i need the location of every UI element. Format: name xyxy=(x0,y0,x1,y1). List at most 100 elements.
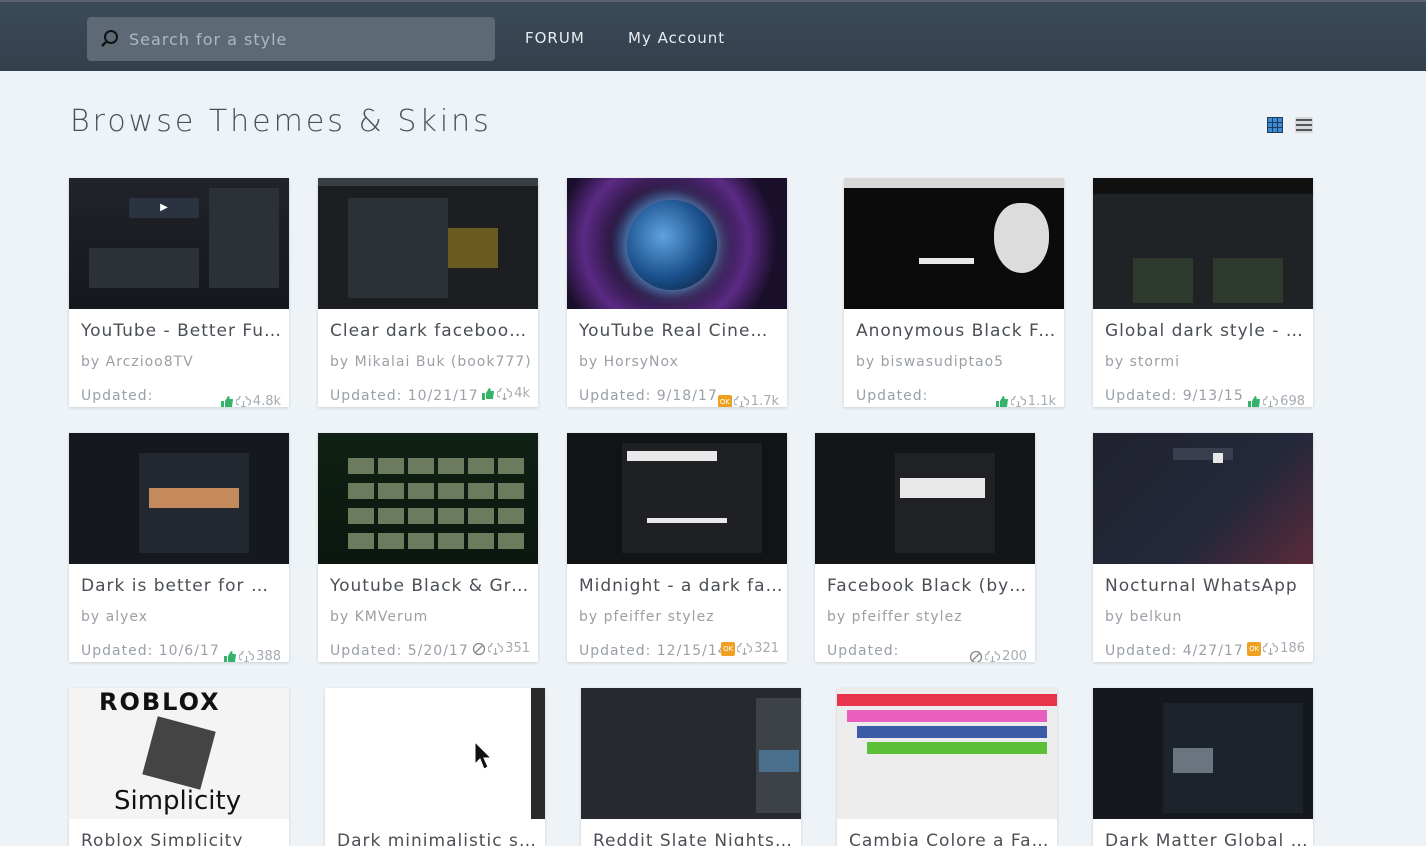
style-updated-date: Updated: 4/27/17 xyxy=(1105,643,1244,659)
style-title[interactable]: Youtube Black & Gre... xyxy=(330,576,534,596)
style-title[interactable]: Cambia Colore a Fac... xyxy=(849,831,1053,846)
style-stats: 1.1k xyxy=(995,394,1056,407)
style-author[interactable]: by KMVerum xyxy=(330,609,534,625)
nav-my-account-link[interactable]: My Account xyxy=(628,29,725,47)
style-author[interactable]: by pfeiffer stylez xyxy=(579,609,783,625)
style-title[interactable]: Dark is better for my... xyxy=(81,576,285,596)
style-thumbnail[interactable] xyxy=(1093,178,1313,309)
thumbnail-caption: Simplicity xyxy=(114,786,242,816)
install-count: 351 xyxy=(505,641,530,656)
style-card[interactable]: Cambia Colore a Fac... xyxy=(837,688,1057,846)
page-title: Browse Themes & Skins xyxy=(70,104,492,139)
style-thumbnail[interactable] xyxy=(318,433,538,564)
style-thumbnail[interactable] xyxy=(1093,433,1313,564)
style-title[interactable]: Anonymous Black Fa... xyxy=(856,321,1060,341)
scrollbar-image xyxy=(531,688,545,819)
no-rating-icon xyxy=(473,642,486,655)
style-title[interactable]: Clear dark facebook ... xyxy=(330,321,534,341)
thumbs-up-icon xyxy=(995,395,1008,407)
no-rating-icon xyxy=(970,650,983,662)
style-updated-date: Updated: 10/6/17 xyxy=(81,643,220,659)
style-thumbnail[interactable]: ROBLOX Simplicity xyxy=(69,688,289,819)
search-box[interactable] xyxy=(87,17,495,61)
install-count: 1.7k xyxy=(750,394,779,407)
thumbs-up-icon xyxy=(220,395,233,407)
style-title[interactable]: YouTube Real Cinem... xyxy=(579,321,783,341)
style-author[interactable]: by HorsyNox xyxy=(579,354,783,370)
style-title[interactable]: Facebook Black (by p... xyxy=(827,576,1031,596)
style-card[interactable]: Global dark style - c... by stormi Updat… xyxy=(1093,178,1313,407)
style-title[interactable]: Nocturnal WhatsApp xyxy=(1105,576,1309,596)
style-card[interactable]: ▶ YouTube - Better Full... by Arczioo8TV… xyxy=(69,178,289,407)
style-author[interactable]: by belkun xyxy=(1105,609,1309,625)
cloud-download-icon xyxy=(985,650,1001,662)
style-author[interactable]: by pfeiffer stylez xyxy=(827,609,1031,625)
style-updated-date: Updated: 10/17/17 xyxy=(81,388,154,404)
install-count: 321 xyxy=(754,641,779,656)
style-updated-date: Updated: 9/18/17 xyxy=(579,388,718,404)
style-author[interactable]: by Mikalai Buk (book777) xyxy=(330,354,534,370)
style-thumbnail[interactable] xyxy=(815,433,1035,564)
style-updated-date: Updated: 12/15/14 xyxy=(827,643,900,659)
search-input[interactable] xyxy=(129,17,489,61)
style-updated-date: Updated: 9/13/15 xyxy=(1105,388,1244,404)
style-card[interactable]: Youtube Black & Gre... by KMVerum Update… xyxy=(318,433,538,662)
style-title[interactable]: Midnight - a dark fac... xyxy=(579,576,783,596)
style-card[interactable]: Anonymous Black Fa... by biswasudiptao5 … xyxy=(844,178,1064,407)
style-thumbnail[interactable] xyxy=(837,688,1057,819)
thumbs-up-icon xyxy=(482,387,495,400)
style-thumbnail[interactable] xyxy=(318,178,538,309)
cloud-download-icon xyxy=(488,642,504,655)
grid-view-icon[interactable] xyxy=(1267,117,1283,133)
style-title[interactable]: YouTube - Better Full... xyxy=(81,321,285,341)
style-author[interactable]: by stormi xyxy=(1105,354,1309,370)
roblox-square-icon xyxy=(142,716,216,790)
style-title[interactable]: Roblox Simplicity xyxy=(81,831,285,846)
roblox-logo-icon: ROBLOX xyxy=(99,688,221,716)
style-author[interactable]: by Arczioo8TV xyxy=(81,354,285,370)
style-author[interactable]: by biswasudiptao5 xyxy=(856,354,1060,370)
style-title[interactable]: Global dark style - c... xyxy=(1105,321,1309,341)
cloud-download-icon xyxy=(737,642,753,655)
style-thumbnail[interactable] xyxy=(1093,688,1313,819)
style-thumbnail[interactable] xyxy=(567,433,787,564)
install-count: 4.8k xyxy=(252,394,281,407)
install-count: 388 xyxy=(256,649,281,662)
cursor-icon xyxy=(474,740,493,770)
style-author[interactable]: by alyex xyxy=(81,609,285,625)
style-stats: 698 xyxy=(1247,394,1305,407)
style-card[interactable]: Dark Matter Global ... xyxy=(1093,688,1313,846)
cloud-download-icon xyxy=(239,650,255,662)
style-stats: OK 1.7k xyxy=(717,394,779,407)
top-navigation-bar: FORUM My Account xyxy=(0,0,1426,71)
ok-badge-icon: OK xyxy=(1247,641,1262,656)
style-card[interactable]: Midnight - a dark fac... by pfeiffer sty… xyxy=(567,433,787,662)
style-title[interactable]: Reddit Slate Nights 2... xyxy=(593,831,797,846)
cloud-download-icon xyxy=(1010,395,1026,407)
style-title[interactable]: Dark Matter Global ... xyxy=(1105,831,1309,846)
cloud-download-icon xyxy=(733,395,749,407)
cloud-download-icon xyxy=(1263,642,1279,655)
style-title[interactable]: Dark minimalistic scr... xyxy=(337,831,541,846)
style-card[interactable]: Reddit Slate Nights 2... xyxy=(581,688,801,846)
style-card[interactable]: Facebook Black (by p... by pfeiffer styl… xyxy=(815,433,1035,662)
style-card[interactable]: Dark minimalistic scr... xyxy=(325,688,545,846)
style-stats: 200 xyxy=(969,649,1027,662)
style-thumbnail[interactable] xyxy=(581,688,801,819)
style-card[interactable]: YouTube Real Cinem... by HorsyNox Update… xyxy=(567,178,787,407)
style-updated-date: Updated: 10/26/15 xyxy=(856,388,929,404)
style-thumbnail[interactable] xyxy=(69,433,289,564)
style-thumbnail[interactable] xyxy=(325,688,545,819)
style-card[interactable]: ROBLOX Simplicity Roblox Simplicity xyxy=(69,688,289,846)
nav-forum-link[interactable]: FORUM xyxy=(525,29,585,47)
style-thumbnail[interactable] xyxy=(567,178,787,309)
style-card[interactable]: Clear dark facebook ... by Mikalai Buk (… xyxy=(318,178,538,407)
style-card[interactable]: Dark is better for my... by alyex Update… xyxy=(69,433,289,662)
ok-badge-icon: OK xyxy=(717,394,732,407)
style-thumbnail[interactable] xyxy=(844,178,1064,309)
style-stats: OK 321 xyxy=(721,641,779,656)
list-view-icon[interactable] xyxy=(1295,117,1313,133)
style-thumbnail[interactable]: ▶ xyxy=(69,178,289,309)
ok-badge-icon: OK xyxy=(721,641,736,656)
style-card[interactable]: Nocturnal WhatsApp by belkun Updated: 4/… xyxy=(1093,433,1313,662)
